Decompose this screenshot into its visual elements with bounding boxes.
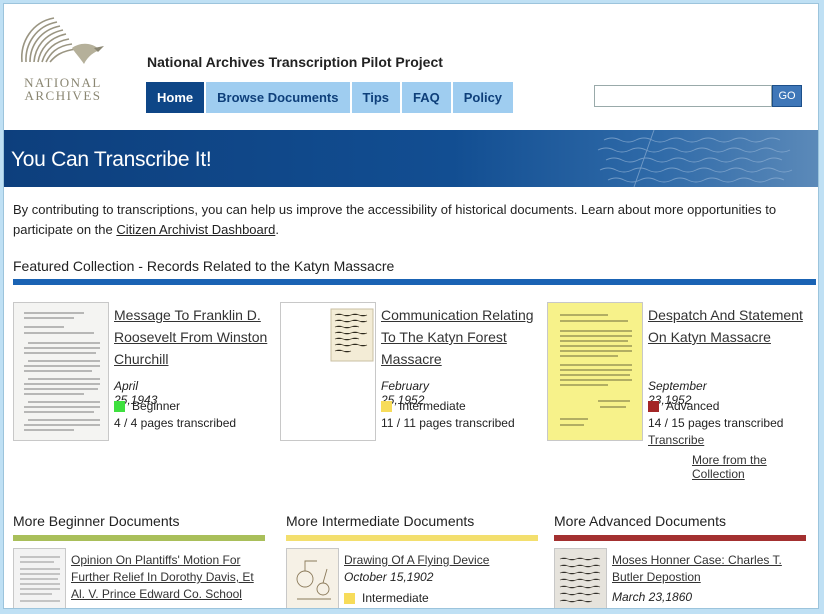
national-archives-logo[interactable]: NATIONAL ARCHIVES xyxy=(12,12,107,107)
intro-text-end: . xyxy=(275,222,279,237)
page-frame: NATIONAL ARCHIVES National Archives Tran… xyxy=(3,3,819,609)
document-thumbnail-image xyxy=(287,549,338,608)
document-date: October 15,1902 xyxy=(344,570,434,584)
intermediate-bar xyxy=(286,535,538,541)
transcribe-link[interactable]: Transcribe xyxy=(648,433,704,447)
search-go-button[interactable]: GO xyxy=(772,85,802,107)
featured-section-bar xyxy=(13,279,816,285)
handwriting-banner-image xyxy=(597,130,793,187)
document-thumbnail-image xyxy=(14,303,108,440)
nav-browse-documents[interactable]: Browse Documents xyxy=(206,82,352,113)
banner-title: You Can Transcribe It! xyxy=(11,148,212,171)
intermediate-level-icon xyxy=(381,400,392,412)
document-thumbnail-image xyxy=(281,303,375,440)
intro-paragraph: By contributing to transcriptions, you c… xyxy=(13,200,783,240)
difficulty-level: Intermediate xyxy=(381,399,466,413)
advanced-documents-column: More Advanced Documents Moses Honner Cas… xyxy=(554,513,806,608)
intermediate-documents-column: More Intermediate Documents Drawing Of A… xyxy=(286,513,538,608)
logo-text: NATIONAL ARCHIVES xyxy=(18,76,108,102)
intermediate-document-link[interactable]: Drawing Of A Flying Device xyxy=(344,552,534,569)
beginner-bar xyxy=(13,535,265,541)
difficulty-level: Advanced xyxy=(648,399,719,413)
featured-card-title[interactable]: Message To Franklin D. Roosevelt From Wi… xyxy=(114,304,274,370)
column-heading: More Advanced Documents xyxy=(554,513,726,529)
featured-collection-heading: Featured Collection - Records Related to… xyxy=(13,258,395,274)
difficulty-level: Intermediate xyxy=(344,591,429,605)
document-thumbnail-image xyxy=(555,549,606,608)
difficulty-label: Intermediate xyxy=(399,399,466,413)
document-thumbnail[interactable] xyxy=(280,302,376,441)
main-nav: Home Browse Documents Tips FAQ Policy xyxy=(146,82,516,113)
difficulty-label: Advanced xyxy=(666,399,720,413)
document-thumbnail[interactable] xyxy=(554,548,607,608)
nav-faq[interactable]: FAQ xyxy=(402,82,453,113)
site-title: National Archives Transcription Pilot Pr… xyxy=(147,54,443,70)
document-thumbnail[interactable] xyxy=(13,302,109,441)
pages-transcribed: 11 / 11 pages transcribed xyxy=(381,416,515,430)
advanced-document-link[interactable]: Moses Honner Case: Charles T. Butler Dep… xyxy=(612,552,802,586)
pages-transcribed: 14 / 15 pages transcribed xyxy=(648,416,784,430)
difficulty-level: Beginner xyxy=(114,399,180,413)
document-thumbnail[interactable] xyxy=(547,302,643,441)
nav-home[interactable]: Home xyxy=(146,82,207,113)
hero-banner: You Can Transcribe It! xyxy=(4,130,818,187)
search-box: GO xyxy=(594,85,802,107)
difficulty-label: Intermediate xyxy=(362,591,429,605)
logo-line-archives: ARCHIVES xyxy=(24,88,102,103)
more-from-collection-link[interactable]: More from the Collection xyxy=(692,453,818,481)
citizen-archivist-dashboard-link[interactable]: Citizen Archivist Dashboard xyxy=(116,222,275,237)
beginner-level-icon xyxy=(114,400,125,412)
document-date: March 23,1860 xyxy=(612,590,693,604)
featured-card-title[interactable]: Despatch And Statement On Katyn Massacre xyxy=(648,304,808,348)
eagle-logo-icon xyxy=(21,17,104,64)
intermediate-level-icon xyxy=(344,592,355,604)
advanced-bar xyxy=(554,535,806,541)
pages-transcribed: 4 / 4 pages transcribed xyxy=(114,416,237,430)
featured-card-title[interactable]: Communication Relating To The Katyn Fore… xyxy=(381,304,541,370)
beginner-documents-column: More Beginner Documents Opinion On Plant… xyxy=(13,513,265,608)
document-thumbnail-image xyxy=(14,549,65,608)
difficulty-label: Beginner xyxy=(132,399,181,413)
beginner-document-link[interactable]: Opinion On Plantiffs' Motion For Further… xyxy=(71,552,261,603)
nav-policy[interactable]: Policy xyxy=(452,82,516,113)
column-heading: More Intermediate Documents xyxy=(286,513,475,529)
search-input[interactable] xyxy=(594,85,772,107)
document-thumbnail[interactable] xyxy=(286,548,339,608)
document-thumbnail-image xyxy=(548,303,642,440)
document-thumbnail[interactable] xyxy=(13,548,66,608)
nav-tips[interactable]: Tips xyxy=(351,82,402,113)
column-heading: More Beginner Documents xyxy=(13,513,180,529)
advanced-level-icon xyxy=(648,400,659,412)
